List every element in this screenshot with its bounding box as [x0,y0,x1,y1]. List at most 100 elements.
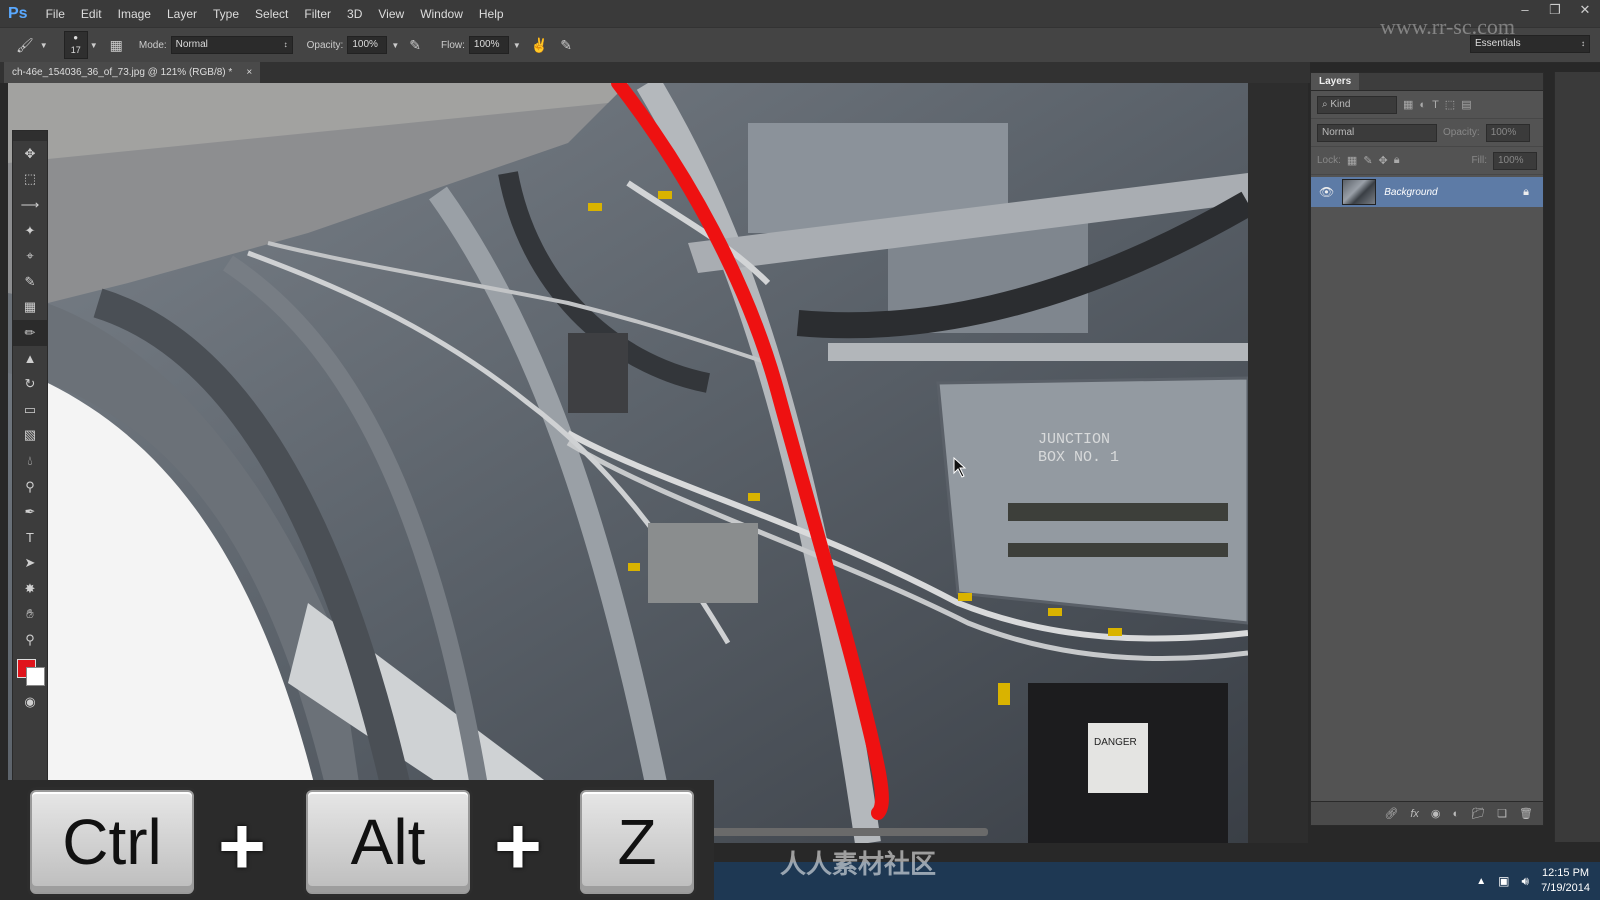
eyedropper-tool-icon[interactable]: ✎ [13,269,47,295]
menu-type[interactable]: Type [205,7,247,21]
opacity-field[interactable]: 100% [347,36,388,54]
clock-date: 7/19/2014 [1541,882,1590,894]
layers-panel: Layers ⌕ Kind ▦ ◐ T ⬚ ▤ Normal Opacity: … [1310,72,1544,826]
magic-wand-tool-icon[interactable]: ✦ [13,218,47,244]
history-brush-tool-icon[interactable]: ↻ [13,371,47,397]
restore-button[interactable]: ❐ [1540,0,1570,22]
brush-panel-toggle-icon[interactable]: ▦ [110,37,123,54]
menu-view[interactable]: View [370,7,412,21]
menu-image[interactable]: Image [110,7,159,21]
gradient-tool-icon[interactable]: ▧ [13,423,47,449]
move-tool-icon[interactable]: ✥ [13,141,47,167]
blur-tool-icon[interactable]: 💧︎ [13,448,47,474]
hand-tool-icon[interactable]: ✋︎ [13,602,47,628]
plus-sign: + [218,801,266,892]
brush-tool-icon[interactable]: ✏ [13,320,47,346]
tray-arrow-icon[interactable]: ▲ [1476,876,1486,887]
lock-label: Lock: [1317,155,1341,166]
filter-smart-object-icon[interactable]: ▤ [1461,98,1471,111]
chevron-updown-icon: ↕ [283,40,288,49]
lock-paint-icon[interactable]: ✎ [1363,154,1372,167]
clock[interactable]: 12:15 PM 7/19/2014 [1541,866,1590,896]
menu-window[interactable]: Window [412,7,471,21]
menu-3d[interactable]: 3D [339,7,370,21]
layers-panel-title[interactable]: Layers [1311,73,1360,90]
adjustment-icon[interactable]: ◐ [1453,808,1460,820]
close-tab-icon[interactable]: × [246,62,252,83]
visibility-eye-icon[interactable]: 👁︎ [1319,185,1334,199]
pressure-size-icon[interactable]: ✎ [560,37,572,54]
clone-stamp-tool-icon[interactable]: ▲ [13,346,47,372]
tools-panel: ✥ ⬚ ⟶ ✦ ⌖ ✎ ▦ ✏ ▲ ↻ ▭ ▧ 💧︎ ⚲ ✒ T ➤ ✸ ✋︎ … [12,130,48,782]
menu-file[interactable]: File [38,7,73,21]
lock-transparent-icon[interactable]: ▦ [1347,154,1357,167]
aircraft-interior-photo: JUNCTION BOX NO. 1 DANGER [8,83,1248,843]
fill-field[interactable]: 100% [1493,151,1537,170]
lock-row: Lock: ▦ ✎ ✥ 🔒︎ Fill: 100% [1311,147,1543,175]
mode-select[interactable]: Normal ↕ [170,36,293,54]
healing-brush-tool-icon[interactable]: ▦ [13,295,47,321]
horizontal-scrollbar[interactable] [708,828,988,836]
flow-field[interactable]: 100% [468,36,509,54]
marquee-tool-icon[interactable]: ⬚ [13,167,47,193]
preset-dropdown-icon[interactable]: ▼ [40,41,48,50]
lock-position-icon[interactable]: ✥ [1379,154,1388,167]
crop-tool-icon[interactable]: ⌖ [13,243,47,269]
zoom-tool-icon[interactable]: ⚲ [13,627,47,653]
dodge-tool-icon[interactable]: ⚲ [13,474,47,500]
document-title: ch-46e_154036_36_of_73.jpg @ 121% (RGB/8… [12,67,233,78]
brush-dropdown-icon[interactable]: ▼ [90,41,98,50]
background-color-swatch[interactable] [26,666,45,686]
network-icon[interactable]: ▣ [1498,874,1509,888]
flow-dropdown-icon[interactable]: ▼ [513,41,521,50]
flow-label: Flow: [441,39,465,51]
watermark-text: 人人素材社区 [780,849,937,879]
lasso-tool-icon[interactable]: ⟶ [13,192,47,218]
shape-tool-icon[interactable]: ✸ [13,576,47,602]
volume-icon[interactable]: 🔊︎ [1522,874,1530,889]
kind-filter-select[interactable]: ⌕ Kind [1317,95,1397,114]
pen-tool-icon[interactable]: ✒ [13,499,47,525]
color-swatches[interactable] [13,653,47,689]
filter-type-icon[interactable]: T [1432,99,1439,111]
close-window-button[interactable]: ✕ [1570,0,1600,22]
menu-layer[interactable]: Layer [159,7,205,21]
filter-pixel-icon[interactable]: ▦ [1403,98,1413,111]
opacity-dropdown-icon[interactable]: ▼ [391,41,399,50]
layer-lock-icon: 🔒︎ [1523,185,1529,198]
group-folder-icon[interactable]: 📁︎ [1471,807,1485,820]
filter-adjustment-icon[interactable]: ◐ [1419,99,1426,111]
pressure-opacity-icon[interactable]: ✎ [409,37,421,54]
opacity-label: Opacity: [306,39,344,51]
lock-all-icon[interactable]: 🔒︎ [1394,154,1400,167]
type-tool-icon[interactable]: T [13,525,47,551]
brush-size-picker[interactable]: ● 17 [63,31,88,59]
canvas-area[interactable]: JUNCTION BOX NO. 1 DANGER [8,83,1308,843]
brush-tool-preset-icon[interactable]: 🖌︎ [16,37,34,54]
trash-icon[interactable]: 🗑︎ [1519,807,1533,820]
airbrush-icon[interactable]: ✌ [531,37,548,54]
mask-icon[interactable]: ◉ [1431,807,1441,820]
layer-name[interactable]: Background [1384,187,1515,198]
document-tab[interactable]: ch-46e_154036_36_of_73.jpg @ 121% (RGB/8… [4,62,261,83]
menu-edit[interactable]: Edit [73,7,110,21]
menu-select[interactable]: Select [247,7,296,21]
document-canvas[interactable]: JUNCTION BOX NO. 1 DANGER [8,83,1248,843]
layer-opacity-field[interactable]: 100% [1485,123,1530,142]
layer-opacity-label: Opacity: [1443,127,1480,138]
link-icon[interactable]: 🔗︎ [1384,807,1398,820]
clock-time: 12:15 PM [1541,867,1590,879]
menu-help[interactable]: Help [471,7,512,21]
blend-mode-select[interactable]: Normal [1317,123,1437,142]
layer-row[interactable]: 👁︎ Background 🔒︎ [1311,177,1543,207]
new-layer-icon[interactable]: ❏ [1497,807,1507,820]
junction-label-2: BOX NO. 1 [1038,449,1119,466]
danger-label: DANGER [1094,737,1137,748]
menu-filter[interactable]: Filter [296,7,339,21]
fx-icon[interactable]: fx [1410,808,1419,820]
filter-shape-icon[interactable]: ⬚ [1445,98,1455,111]
path-selection-tool-icon[interactable]: ➤ [13,551,47,577]
quick-mask-icon[interactable]: ◉ [13,689,47,715]
tools-panel-header [13,131,47,141]
eraser-tool-icon[interactable]: ▭ [13,397,47,423]
